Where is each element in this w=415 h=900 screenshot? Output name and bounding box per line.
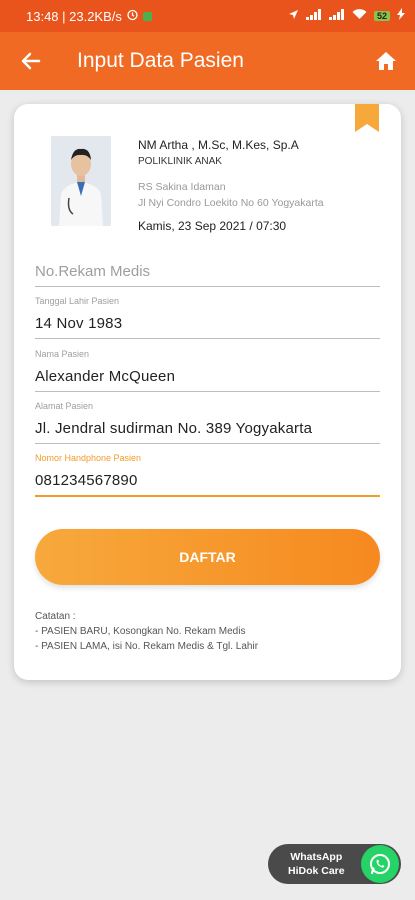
alarm-icon	[126, 8, 139, 24]
whatsapp-label-line1: WhatsApp	[290, 851, 343, 863]
dob-label: Tanggal Lahir Pasien	[35, 296, 120, 306]
battery-icon: 52	[373, 10, 390, 21]
notification-icon	[142, 11, 152, 21]
medical-record-placeholder: No.Rekam Medis	[35, 263, 151, 280]
patient-name-value: Alexander McQueen	[35, 368, 176, 385]
signal-icon-2	[328, 8, 345, 23]
doctor-info: NM Artha , M.Sc, M.Kes, Sp.A POLIKLINIK …	[138, 138, 324, 233]
notes-line-2: - PASIEN LAMA, isi No. Rekam Medis & Tgl…	[35, 641, 259, 652]
hospital-address: Jl Nyi Condro Loekito No 60 Yogyakarta	[138, 197, 324, 209]
doctor-name: NM Artha , M.Sc, M.Kes, Sp.A	[138, 138, 299, 152]
back-arrow-icon[interactable]	[18, 48, 44, 74]
patient-name-label: Nama Pasien	[35, 349, 90, 359]
notes-title: Catatan :	[35, 611, 76, 622]
battery-level: 52	[373, 10, 390, 21]
notes: Catatan : - PASIEN BARU, Kosongkan No. R…	[35, 609, 258, 654]
medical-record-field[interactable]: No.Rekam Medis	[35, 252, 380, 287]
app-bar: Input Data Pasien	[0, 32, 415, 90]
bookmark-icon[interactable]	[355, 104, 379, 132]
whatsapp-label-line2: HiDok Care	[288, 865, 345, 877]
phone-value: 081234567890	[35, 472, 138, 489]
appointment-schedule: Kamis, 23 Sep 2021 / 07:30	[138, 219, 287, 233]
patient-address-label: Alamat Pasien	[35, 401, 94, 411]
page-title: Input Data Pasien	[77, 49, 244, 72]
signal-icon	[305, 8, 322, 23]
notes-line-1: - PASIEN BARU, Kosongkan No. Rekam Medis	[35, 626, 246, 637]
dob-field[interactable]: Tanggal Lahir Pasien 14 Nov 1983	[35, 296, 380, 339]
wifi-icon	[352, 8, 367, 23]
charging-icon	[397, 8, 405, 23]
whatsapp-button[interactable]: WhatsApp HiDok Care	[268, 844, 401, 884]
status-bar: 13:48 | 23.2KB/s 52	[0, 0, 415, 32]
clinic-name: POLIKLINIK ANAK	[138, 156, 222, 167]
location-icon	[288, 8, 299, 23]
status-time: 13:48 | 23.2KB/s	[26, 8, 122, 24]
hospital-name: RS Sakina Idaman	[138, 181, 226, 193]
patient-address-value: Jl. Jendral sudirman No. 389 Yogyakarta	[35, 420, 313, 437]
home-icon[interactable]	[375, 51, 397, 71]
patient-name-field[interactable]: Nama Pasien Alexander McQueen	[35, 349, 380, 392]
patient-form-card: NM Artha , M.Sc, M.Kes, Sp.A POLIKLINIK …	[14, 104, 401, 680]
phone-field[interactable]: Nomor Handphone Pasien 081234567890	[35, 453, 380, 497]
whatsapp-label: WhatsApp HiDok Care	[288, 850, 345, 878]
patient-address-field[interactable]: Alamat Pasien Jl. Jendral sudirman No. 3…	[35, 401, 380, 444]
dob-value: 14 Nov 1983	[35, 315, 123, 332]
phone-label: Nomor Handphone Pasien	[35, 453, 142, 463]
doctor-photo	[51, 136, 111, 226]
whatsapp-icon	[361, 845, 399, 883]
register-button[interactable]: DAFTAR	[35, 529, 380, 585]
